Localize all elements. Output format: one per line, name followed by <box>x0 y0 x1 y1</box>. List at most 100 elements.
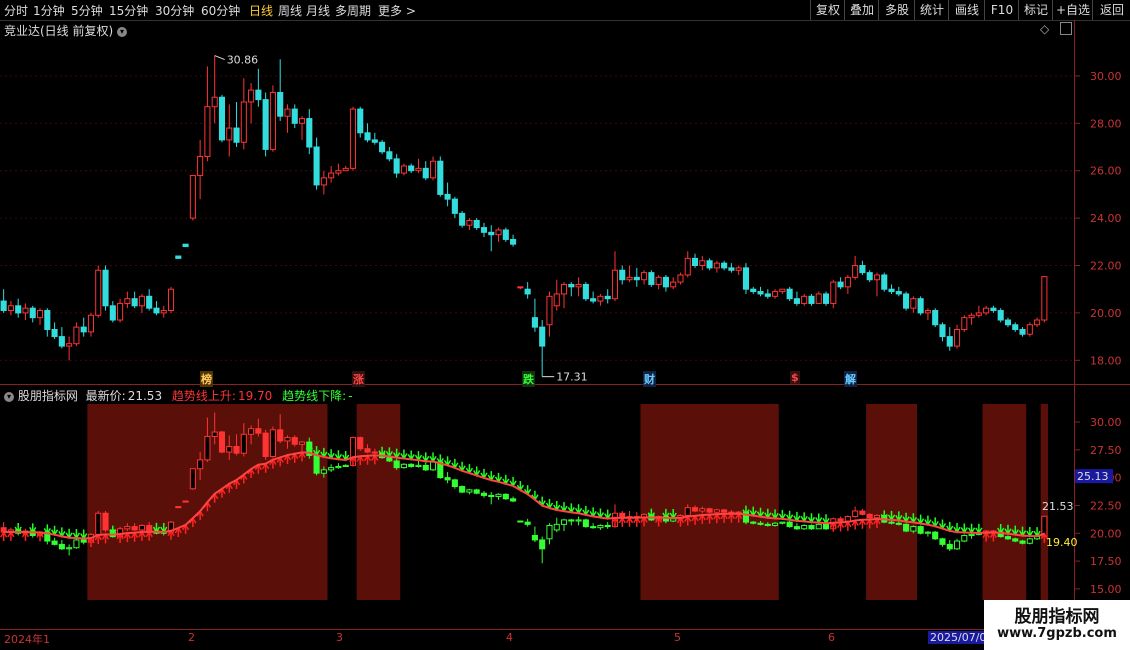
ind-candle-body <box>510 498 517 502</box>
ind-candle-body <box>240 433 247 454</box>
high-price-label: 30.86 <box>227 54 259 67</box>
ind-candle-body <box>1012 538 1019 542</box>
candle-body <box>429 160 437 179</box>
ind-candle-body <box>706 508 713 513</box>
ind-candle-body <box>386 457 393 462</box>
ind-candle-body <box>764 523 771 526</box>
ind-candle-body <box>371 451 378 454</box>
candle-body <box>1019 328 1026 335</box>
candle-body <box>953 328 961 347</box>
event-tag-3[interactable]: 财 <box>643 371 656 387</box>
ind-candle-body <box>888 521 895 524</box>
candle-body <box>328 172 335 179</box>
event-tag-1[interactable]: 涨 <box>352 371 365 387</box>
trend-down-arrow <box>429 452 437 463</box>
ind-candle-body <box>102 512 109 531</box>
ind-candle-body <box>204 435 211 461</box>
candle-body <box>189 174 196 219</box>
trend-down-arrow <box>785 510 794 522</box>
candle-body <box>597 295 604 302</box>
candle-body <box>895 291 902 295</box>
candle-body <box>277 92 284 117</box>
y-axis-label-ind-6: 15.00 <box>1090 583 1122 596</box>
ind-candle-body <box>808 524 815 530</box>
candle-body <box>866 272 873 281</box>
candle-body <box>87 314 95 333</box>
candle-body <box>844 276 851 288</box>
y-axis-label-ind-5: 17.50 <box>1090 555 1122 568</box>
candle-body <box>415 167 422 172</box>
ind-candle-body <box>488 494 495 498</box>
ind-candle-body <box>932 531 939 540</box>
ind-candle-body <box>393 460 400 469</box>
ind-candle-body <box>226 445 233 453</box>
candle-body <box>531 317 538 328</box>
ind-candle-body <box>699 508 706 512</box>
trend-down-arrow <box>604 509 612 521</box>
ind-candle-body <box>233 445 240 454</box>
candle-body <box>58 336 65 347</box>
candle-body <box>109 305 116 321</box>
event-tag-5[interactable]: 解 <box>844 371 857 387</box>
ind-candle-body <box>320 469 327 474</box>
ind-candle-body <box>939 538 946 545</box>
candle-body <box>131 298 138 307</box>
candle-body <box>786 288 793 300</box>
ind-candle-body <box>859 510 866 515</box>
candle-body <box>240 101 247 143</box>
ind-candle-body <box>364 448 371 453</box>
candle-body <box>36 310 44 319</box>
event-tag-2[interactable]: 跌 <box>522 371 535 387</box>
ind-candle-body <box>539 539 546 550</box>
trend-down-arrow <box>815 513 823 525</box>
candle-body <box>924 310 931 314</box>
low-price-label: 17.31 <box>556 371 588 384</box>
candle-body <box>226 127 233 141</box>
event-tag-4[interactable]: $ <box>790 371 800 384</box>
candle-body <box>648 272 655 285</box>
watermark-title: 股朋指标网 <box>1014 607 1100 627</box>
candle-body <box>568 283 575 288</box>
candle-body <box>779 288 786 293</box>
candle-body <box>706 260 713 269</box>
ind-candle-body <box>284 437 291 442</box>
candle-body <box>255 89 262 101</box>
ind-candle-body <box>953 540 961 550</box>
ind-candle-body <box>837 518 844 522</box>
candle-body <box>517 286 524 289</box>
ind-candle-body <box>866 513 873 519</box>
candle-body <box>997 310 1004 321</box>
candle-body <box>473 219 480 229</box>
candle-body <box>488 231 495 236</box>
ind-candle-body <box>473 489 480 494</box>
ind-candle-body <box>946 543 953 550</box>
trend-up-arrow <box>618 516 626 527</box>
candle-body <box>684 257 691 276</box>
ind-candle-body <box>400 463 407 469</box>
candle-body <box>510 238 517 245</box>
event-tag-0[interactable]: 榜 <box>200 371 213 387</box>
candle-body <box>728 267 735 271</box>
candle-body <box>124 298 131 304</box>
candle-body <box>51 328 58 338</box>
candle-body <box>1004 319 1012 326</box>
candle-body <box>735 267 742 271</box>
candle-body <box>422 167 429 179</box>
candle-body <box>408 165 415 172</box>
kline-chart[interactable]: 30.00 28.00 26.00 24.00 22.00 20.00 18.00 30.00… <box>0 0 1130 650</box>
ind-candle-body <box>1019 540 1026 544</box>
candle-body <box>349 108 357 169</box>
ind-candle-body <box>1026 538 1033 544</box>
y-axis-label-main-0: 30.00 <box>1090 70 1122 83</box>
trend-down-arrow <box>334 450 343 461</box>
candle-body <box>393 158 400 174</box>
ind-candle-body <box>495 493 502 498</box>
candle-body <box>459 212 466 226</box>
candle-body <box>117 302 124 321</box>
candle-body <box>611 269 619 300</box>
candle-body <box>764 293 771 297</box>
y-axis-label-main-3: 24.00 <box>1090 212 1122 225</box>
candle-body <box>73 326 80 345</box>
ind-candle-body <box>531 534 538 541</box>
candle-body <box>298 118 306 124</box>
